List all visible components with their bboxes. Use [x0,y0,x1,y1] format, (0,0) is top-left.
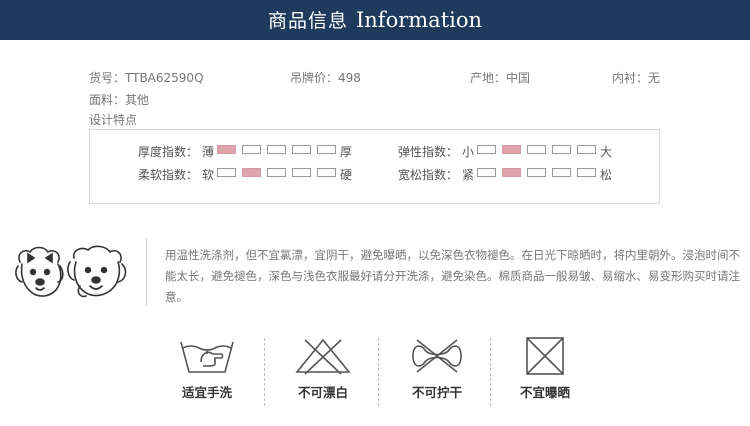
scale-box [577,168,596,177]
scale-box [477,168,496,177]
header-title-en: Information [355,8,483,32]
care-divider [264,338,265,406]
care-label: 不宜曝晒 [519,385,570,400]
scale-box [217,145,236,154]
fabric: 面料：其他 [89,93,150,107]
scale-low-label: 小 [462,145,475,159]
origin: 产地：中国 [470,71,531,85]
care-divider [378,338,379,406]
scale-box [502,168,521,177]
item-number: 货号：TTBA62590Q [89,71,204,85]
care-item-no-wring: 不可拧干 [392,336,482,401]
scale-label: 厚度指数： [138,145,199,159]
care-divider [490,338,491,406]
care-label: 适宜手洗 [181,385,232,400]
divider-line [146,238,147,306]
scale-box [317,145,336,154]
scale-high-label: 厚 [340,145,353,159]
tag-price: 吊牌价：498 [290,71,361,85]
scale-high-label: 松 [600,168,613,182]
care-item-no-sun-dry: 不宜曝晒 [500,336,590,401]
scale-low-label: 紧 [462,168,475,182]
no-bleach-icon [295,338,351,375]
scale-low-label: 薄 [202,145,215,159]
no-wring-icon [412,339,462,373]
scale-box [477,145,496,154]
scale-box [527,168,546,177]
scale-label: 柔软指数： [138,168,199,182]
scale-box [267,168,286,177]
scale-box [502,145,521,154]
scale-box [217,168,236,177]
care-label: 不可漂白 [297,385,348,400]
scale-box [242,168,261,177]
dog-mascot-icon [15,245,127,298]
scale-box [317,168,336,177]
scale-box [527,145,546,154]
header-bar: 商品信息 Information [0,0,750,40]
scale-box [577,145,596,154]
care-item-no-bleach: 不可漂白 [278,336,368,401]
scale-box [292,168,311,177]
scale-label: 弹性指数： [398,145,459,159]
care-item-hand-wash: 适宜手洗 [162,336,252,401]
lining: 内衬：无 [612,71,661,85]
hand-wash-icon [180,341,234,373]
scale-box [552,168,571,177]
scale-high-label: 硬 [340,168,353,182]
no-sun-dry-icon [526,337,564,375]
care-label: 不可拧干 [411,385,462,400]
scale-box [242,145,261,154]
scale-box [267,145,286,154]
scale-high-label: 大 [600,145,613,159]
scale-low-label: 软 [202,168,215,182]
header-title-cn: 商品信息 [267,10,348,32]
wash-instructions: 用温性洗涤剂，但不宜氯漂，宜阴干，避免曝晒，以免深色衣物褪色。在日光下晾晒时，将… [165,248,740,304]
scale-box [292,145,311,154]
scale-label: 宽松指数： [398,168,459,182]
scale-box [552,145,571,154]
design-features-label: 设计特点 [89,113,138,127]
